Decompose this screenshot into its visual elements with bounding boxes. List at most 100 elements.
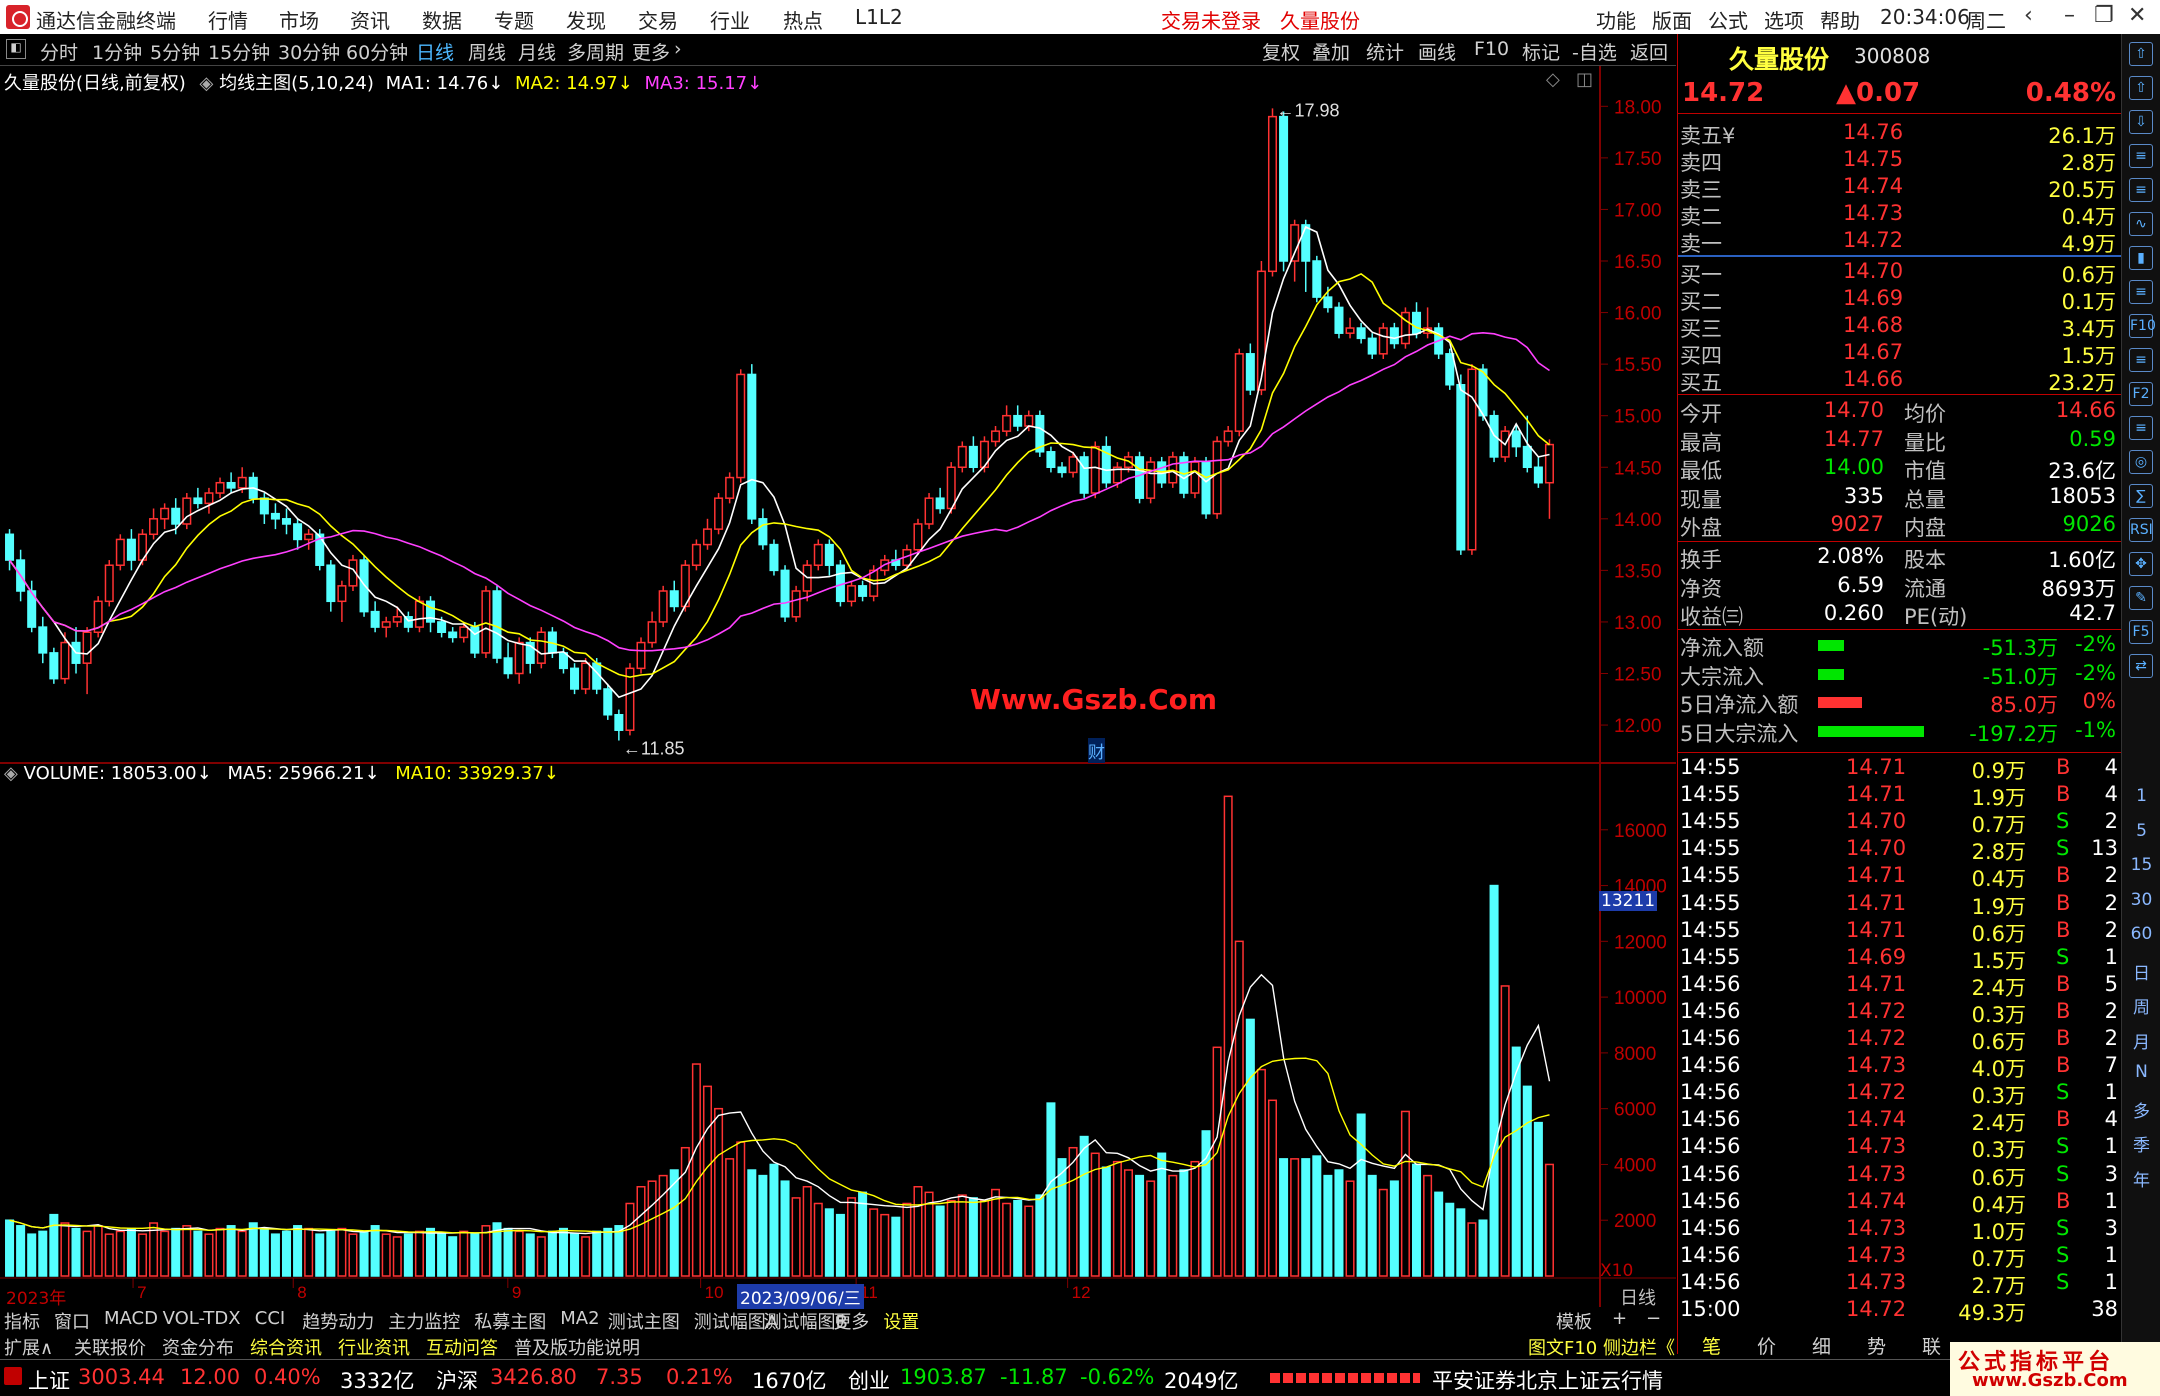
panel-tab[interactable]: 价 <box>1757 1332 1776 1359</box>
extension-tab[interactable]: 普及版功能说明 <box>514 1334 640 1360</box>
indicator-tab[interactable]: 指标 <box>4 1308 40 1334</box>
menu-item[interactable]: 选项 <box>1764 5 1804 34</box>
toolbar-button[interactable]: 返回 <box>1630 38 1668 65</box>
extension-tab[interactable]: 关联报价 <box>74 1334 146 1360</box>
cai-marker[interactable]: 财 <box>1088 738 1105 763</box>
kline-chart-svg[interactable]: 18.00 17.50 17.00 16.50 16.00 15.50 15.00 14.50… <box>0 66 1676 1307</box>
menu-item[interactable]: 行业 <box>710 5 750 34</box>
indicator-icon[interactable]: ◈ <box>200 73 214 94</box>
list-icon[interactable]: ≡ <box>2129 348 2153 372</box>
panel-toggle-icon[interactable]: ◧ <box>6 39 26 59</box>
list-icon[interactable]: ≡ <box>2129 280 2153 304</box>
line-icon[interactable]: ∿ <box>2129 212 2153 236</box>
period-tab[interactable]: 15分钟 <box>208 38 270 65</box>
fib-icon[interactable]: ∑ <box>2129 484 2153 508</box>
f5-icon[interactable]: F5 <box>2129 620 2153 644</box>
menu-item[interactable]: 帮助 <box>1820 5 1860 34</box>
side-period-button[interactable]: 30 <box>2122 890 2160 910</box>
menu-item[interactable]: 资讯 <box>350 5 390 34</box>
side-period-button[interactable]: 季 <box>2122 1131 2160 1156</box>
menu-item[interactable]: L1L2 <box>855 5 903 29</box>
menu-item[interactable]: 市场 <box>279 5 319 34</box>
market-icon[interactable] <box>4 1367 22 1385</box>
indicator-tab[interactable]: CCI <box>255 1308 285 1329</box>
toolbar-button[interactable]: 画线 <box>1418 38 1456 65</box>
side-period-button[interactable]: 周 <box>2122 993 2160 1018</box>
panel-tab[interactable]: 势 <box>1867 1332 1886 1359</box>
down-arrow-icon[interactable]: ⇩ <box>2129 110 2153 134</box>
toolbar-button[interactable]: 统计 <box>1366 38 1404 65</box>
side-period-button[interactable]: 1 <box>2122 786 2160 806</box>
period-tab[interactable]: 多周期 <box>567 38 624 65</box>
side-period-button[interactable]: 5 <box>2122 821 2160 841</box>
menu-item[interactable]: 数据 <box>422 5 462 34</box>
side-period-button[interactable]: 年 <box>2122 1166 2160 1191</box>
extension-tab[interactable]: 扩展∧ <box>4 1334 53 1360</box>
indicator-tab[interactable]: 设置 <box>883 1308 919 1334</box>
side-period-button[interactable]: 日 <box>2122 959 2160 984</box>
indicator-name[interactable]: 均线主图(5,10,24) <box>219 73 374 94</box>
period-tab-more[interactable]: 更多 <box>632 38 670 65</box>
f10-sidebar-toggle[interactable]: 图文F10 侧边栏《 <box>1528 1334 1675 1360</box>
trade-login-notice[interactable]: 交易未登录 <box>1161 5 1261 34</box>
cmp-icon[interactable]: ⇄ <box>2129 654 2153 678</box>
indicator-tab[interactable]: 测试主图 <box>608 1308 680 1334</box>
panel-tab[interactable]: 联 <box>1922 1332 1941 1359</box>
menu-item[interactable]: 公式 <box>1708 5 1748 34</box>
minimize-icon[interactable]: – <box>2064 3 2075 28</box>
indicator-tab[interactable]: 主力监控 <box>388 1308 460 1334</box>
menu-item[interactable]: 功能 <box>1596 5 1636 34</box>
extension-tab[interactable]: 互动问答 <box>426 1334 498 1360</box>
menu-item[interactable]: 专题 <box>494 5 534 34</box>
list-icon[interactable]: ≡ <box>2129 416 2153 440</box>
restore-icon[interactable]: ❐ <box>2094 3 2114 28</box>
f2-icon[interactable]: F2 <box>2129 382 2153 406</box>
kline-chart-area[interactable]: 18.00 17.50 17.00 16.50 16.00 15.50 15.00 14.50… <box>0 66 1676 1321</box>
side-period-button[interactable]: 60 <box>2122 924 2160 944</box>
side-period-button[interactable]: 多 <box>2122 1097 2160 1122</box>
x10-scale[interactable]: X10 <box>1600 1261 1633 1281</box>
back-icon[interactable]: ‹ <box>2024 3 2033 28</box>
side-period-button[interactable]: 月 <box>2122 1028 2160 1053</box>
menu-item[interactable]: 版面 <box>1652 5 1692 34</box>
period-tab[interactable]: 分时 <box>40 38 78 65</box>
server-name[interactable]: 平安证券北京上证云行情 <box>1432 1365 1663 1395</box>
panel-icon[interactable]: ◫ <box>1576 69 1593 90</box>
list-icon[interactable]: ≡ <box>2129 178 2153 202</box>
circle-icon[interactable]: ◎ <box>2129 450 2153 474</box>
menu-item[interactable]: 发现 <box>566 5 606 34</box>
bar-icon[interactable]: ▮ <box>2129 246 2153 270</box>
period-tab[interactable]: 1分钟 <box>92 38 142 65</box>
up-arrow-icon[interactable]: ⇧ <box>2129 76 2153 100</box>
toolbar-button[interactable]: -自选 <box>1572 38 1617 65</box>
period-tab[interactable]: 周线 <box>468 38 506 65</box>
move-icon[interactable]: ✥ <box>2129 552 2153 576</box>
up-arrow-icon[interactable]: ⇧ <box>2129 42 2153 66</box>
template-button[interactable]: 模板 <box>1556 1308 1592 1334</box>
sh-index-name[interactable]: 上证 <box>28 1365 70 1395</box>
cy-index-name[interactable]: 创业 <box>848 1365 890 1395</box>
volume-indicator-icon[interactable]: ◈ <box>4 763 18 784</box>
indicator-tab[interactable]: 趋势动力 <box>302 1308 374 1334</box>
extension-tab[interactable]: 综合资讯 <box>250 1334 322 1360</box>
period-tab[interactable]: 60分钟 <box>346 38 408 65</box>
indicator-tab[interactable]: 窗口 <box>54 1308 90 1334</box>
indicator-tab[interactable]: 更多 <box>833 1308 869 1334</box>
panel-tab[interactable]: 笔 <box>1702 1332 1721 1359</box>
pen-icon[interactable]: ✎ <box>2129 586 2153 610</box>
close-icon[interactable]: ✕ <box>2128 3 2146 28</box>
chevron-right-icon[interactable]: › <box>674 38 682 60</box>
hs-index-name[interactable]: 沪深 <box>436 1365 478 1395</box>
toolbar-button[interactable]: F10 <box>1474 38 1509 60</box>
period-tab[interactable]: 5分钟 <box>150 38 200 65</box>
period-tab-active[interactable]: 日线 <box>416 38 454 65</box>
indicator-tab[interactable]: MACD <box>104 1308 158 1329</box>
panel-tab[interactable]: 细 <box>1812 1332 1831 1359</box>
menu-item[interactable]: 热点 <box>783 5 823 34</box>
period-tab[interactable]: 30分钟 <box>278 38 340 65</box>
side-period-button[interactable]: N <box>2122 1062 2160 1082</box>
rsi-icon[interactable]: RSI <box>2129 518 2153 542</box>
add-window-button[interactable]: + <box>1612 1308 1627 1329</box>
side-period-button[interactable]: 15 <box>2122 855 2160 875</box>
f10-icon[interactable]: F10 <box>2129 314 2156 338</box>
